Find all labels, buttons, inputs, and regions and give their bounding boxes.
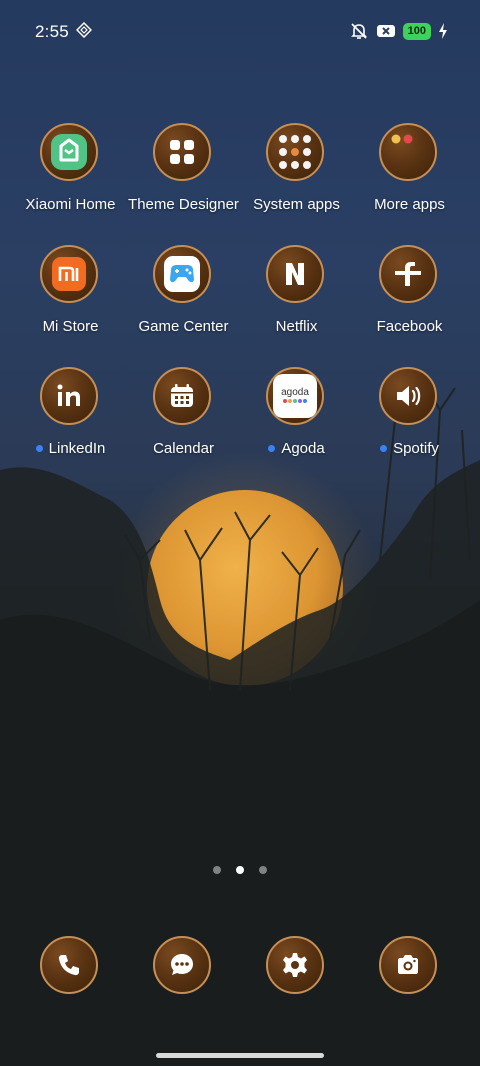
agoda-icon: agoda	[266, 367, 324, 425]
app-label: System apps	[253, 196, 340, 213]
xiaomi-home-icon	[40, 123, 98, 181]
notification-dot	[380, 444, 388, 452]
folder-icon	[379, 123, 437, 181]
app-mi-store[interactable]: Mi Store	[14, 245, 127, 345]
camera-icon	[379, 936, 437, 994]
app-label: Agoda	[232, 440, 361, 457]
app-spotify[interactable]: Spotify	[353, 367, 466, 467]
clock: 2:55	[35, 22, 69, 41]
app-netflix[interactable]: Netflix	[240, 245, 353, 345]
dock-settings[interactable]	[240, 936, 353, 996]
app-label: Mi Store	[42, 318, 99, 335]
app-label: Game Center	[138, 318, 229, 335]
nfc-icon	[76, 22, 92, 38]
app-label: Theme Designer	[128, 196, 239, 213]
app-calendar[interactable]: Calendar	[127, 367, 240, 467]
page-dot[interactable]	[213, 866, 221, 874]
folder-system-apps[interactable]: System apps	[240, 123, 353, 223]
app-label: Xiaomi Home	[25, 196, 116, 213]
mi-store-icon	[40, 245, 98, 303]
page-indicator	[0, 866, 480, 874]
app-label: Spotify	[345, 440, 474, 457]
dock	[14, 936, 466, 996]
mute-icon	[350, 23, 367, 39]
speaker-icon	[379, 367, 437, 425]
home-indicator[interactable]	[156, 1053, 324, 1058]
app-label: Calendar	[153, 440, 214, 457]
phone-icon	[40, 936, 98, 994]
agoda-dots	[283, 399, 307, 403]
charging-icon	[439, 23, 447, 39]
netflix-icon	[266, 245, 324, 303]
folder-icon	[266, 123, 324, 181]
battery-icon: 100	[402, 22, 431, 40]
app-label: Facebook	[376, 318, 443, 335]
dock-phone[interactable]	[14, 936, 127, 996]
app-linkedin[interactable]: LinkedIn	[14, 367, 127, 467]
gamepad-icon	[153, 245, 211, 303]
grid-icon	[153, 123, 211, 181]
page-dot[interactable]	[259, 866, 267, 874]
facebook-icon	[379, 245, 437, 303]
app-label: More apps	[374, 196, 445, 213]
app-agoda[interactable]: agoda Agoda	[240, 367, 353, 467]
linkedin-icon	[40, 367, 98, 425]
app-label: LinkedIn	[6, 440, 135, 457]
dock-messages[interactable]	[127, 936, 240, 996]
page-dot-active[interactable]	[236, 866, 244, 874]
app-xiaomi-home[interactable]: Xiaomi Home	[14, 123, 127, 223]
notification-dot	[35, 444, 43, 452]
app-label: Netflix	[275, 318, 318, 335]
settings-icon	[266, 936, 324, 994]
messages-icon	[153, 936, 211, 994]
app-theme-designer[interactable]: Theme Designer	[127, 123, 240, 223]
app-game-center[interactable]: Game Center	[127, 245, 240, 345]
notification-dot	[268, 444, 276, 452]
folder-more-apps[interactable]: More apps	[353, 123, 466, 223]
dock-camera[interactable]	[353, 936, 466, 996]
sim-x-icon	[376, 25, 395, 37]
calendar-icon	[153, 367, 211, 425]
status-bar: 2:55 100	[0, 0, 480, 62]
status-icons: 100	[349, 21, 448, 41]
app-facebook[interactable]: Facebook	[353, 245, 466, 345]
